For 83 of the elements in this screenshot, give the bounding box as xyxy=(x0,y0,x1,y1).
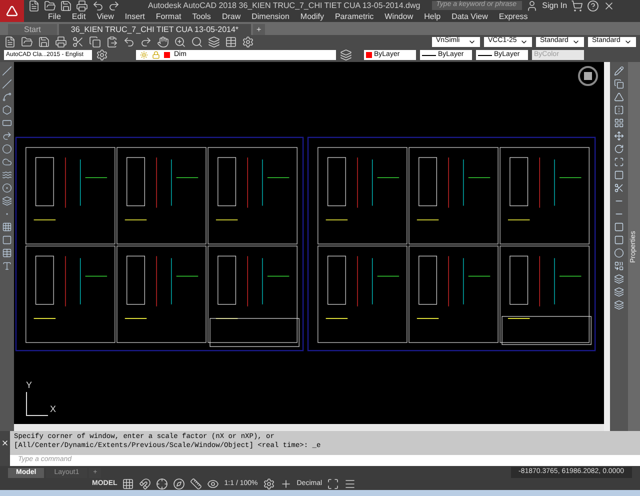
menu-item[interactable]: Data View xyxy=(452,10,488,22)
spline-icon[interactable] xyxy=(2,170,12,180)
folder-icon[interactable] xyxy=(44,0,56,12)
horizontal-scrollbar[interactable] xyxy=(14,424,604,431)
menu-item[interactable]: Window xyxy=(384,10,414,22)
settings-icon[interactable] xyxy=(242,36,254,48)
cloud-icon[interactable] xyxy=(2,157,12,167)
eye-icon[interactable] xyxy=(207,478,220,490)
settings-icon[interactable] xyxy=(96,49,108,61)
text-icon[interactable] xyxy=(2,261,12,271)
menu-item[interactable]: Insert xyxy=(124,10,145,22)
file-tab[interactable]: 36_KIEN TRUC_7_CHI TIET CUA 13-05-2014* xyxy=(58,24,251,35)
help-icon[interactable] xyxy=(587,0,600,12)
menu-item[interactable]: File xyxy=(48,10,61,22)
layers-icon[interactable] xyxy=(340,49,352,61)
crosshair-icon[interactable] xyxy=(156,478,168,490)
paste-icon[interactable] xyxy=(106,36,118,48)
new-tab-button[interactable]: + xyxy=(252,24,266,35)
construction-line-icon[interactable] xyxy=(2,79,12,89)
viewcube-icon[interactable] xyxy=(578,66,598,86)
ruler-icon[interactable] xyxy=(190,478,202,490)
close-icon[interactable] xyxy=(1,439,9,447)
pan-hand-icon[interactable] xyxy=(157,36,169,48)
menu-item[interactable]: Tools xyxy=(192,10,211,22)
redo-icon[interactable] xyxy=(108,0,120,12)
close-icon[interactable] xyxy=(603,0,616,12)
folder-icon[interactable] xyxy=(21,36,33,48)
circle-icon[interactable] xyxy=(2,144,12,154)
menu-item[interactable]: Help xyxy=(424,10,441,22)
ucs-axes-icon xyxy=(26,392,48,416)
sign-in-link[interactable]: Sign In xyxy=(542,0,568,12)
lock-icon xyxy=(152,51,160,59)
rotate-icon[interactable] xyxy=(614,144,624,154)
menu-item[interactable]: Parametric xyxy=(334,10,374,22)
hatch-icon[interactable] xyxy=(2,222,12,232)
undo-icon[interactable] xyxy=(123,36,135,48)
undo-icon[interactable] xyxy=(92,0,104,12)
polygon-icon[interactable] xyxy=(2,105,12,115)
printer-icon[interactable] xyxy=(55,36,67,48)
redo-icon[interactable] xyxy=(140,36,152,48)
save-icon[interactable] xyxy=(38,36,50,48)
line-sample-icon xyxy=(422,54,436,56)
rectangle-icon[interactable] xyxy=(2,118,12,128)
copy-icon[interactable] xyxy=(614,79,624,89)
app-logo-icon[interactable] xyxy=(0,0,24,22)
trim-icon[interactable] xyxy=(614,183,624,193)
magnifier-icon[interactable] xyxy=(191,36,203,48)
move-icon[interactable] xyxy=(614,131,624,141)
vertical-scrollbar[interactable] xyxy=(604,62,610,431)
save-icon[interactable] xyxy=(60,0,72,12)
cart-icon[interactable] xyxy=(571,0,584,12)
new-file-icon[interactable] xyxy=(28,0,40,12)
polyline-icon[interactable] xyxy=(2,92,12,102)
sun-icon xyxy=(140,51,148,59)
copy-icon[interactable] xyxy=(89,36,101,48)
plus-icon[interactable] xyxy=(280,478,292,490)
scissors-icon[interactable] xyxy=(72,36,84,48)
array-icon[interactable] xyxy=(614,118,624,128)
layers-icon[interactable] xyxy=(208,36,220,48)
menu-item[interactable]: Format xyxy=(156,10,182,22)
window-title: Autodesk AutoCAD 2018 36_KIEN TRUC_7_CHI TIET CUA 13-05-2014.dwg xyxy=(148,0,420,12)
settings-icon[interactable] xyxy=(262,478,275,490)
ucs-y-label: Y xyxy=(26,378,32,392)
drawing-canvas[interactable]: Y X xyxy=(14,62,604,424)
menu-item[interactable]: Express xyxy=(498,10,528,22)
user-icon[interactable] xyxy=(526,0,538,12)
grid-icon[interactable] xyxy=(122,478,134,490)
table-icon[interactable] xyxy=(2,248,12,258)
new-file-icon[interactable] xyxy=(4,36,16,48)
ucs-x-label: X xyxy=(50,402,56,416)
command-line-handle[interactable] xyxy=(0,455,10,466)
zoom-icon[interactable] xyxy=(174,36,186,48)
line-sample-icon xyxy=(478,54,492,56)
menu-item[interactable]: Draw xyxy=(222,10,241,22)
printer-icon[interactable] xyxy=(76,0,88,12)
menu-item[interactable]: Dimension xyxy=(252,10,290,22)
menu-item[interactable]: Edit xyxy=(72,10,86,22)
menu-icon[interactable] xyxy=(344,478,356,490)
table-icon[interactable] xyxy=(225,36,237,48)
menu-item[interactable]: Modify xyxy=(300,10,324,22)
menu-item[interactable]: View xyxy=(96,10,114,22)
line-icon[interactable] xyxy=(2,66,12,76)
file-tab[interactable]: Start xyxy=(8,24,57,35)
